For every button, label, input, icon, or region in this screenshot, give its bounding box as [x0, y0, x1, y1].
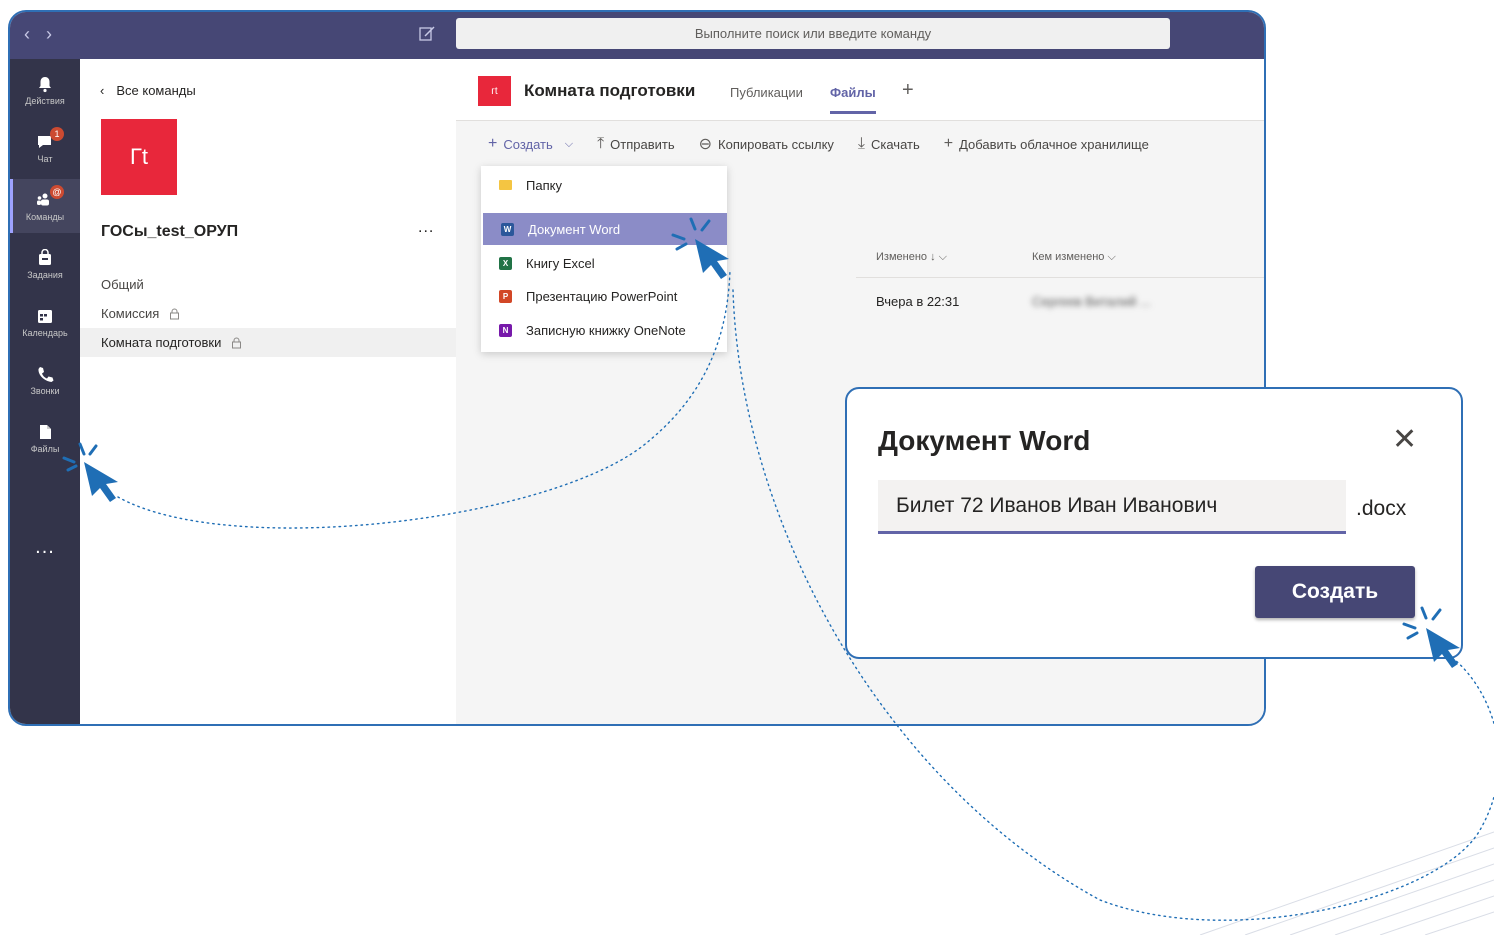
rail-item-teams[interactable]: Команды @ [10, 179, 80, 233]
copy-link-label: Копировать ссылку [718, 136, 834, 152]
rail-more-icon[interactable]: ... [10, 536, 80, 559]
create-menu: Папку W Документ Word X Книгу Excel P Пр… [481, 166, 727, 352]
title-bar: ‹ › Выполните поиск или введите команду [10, 12, 1264, 59]
tab-files[interactable]: Файлы [830, 85, 876, 114]
team-name: ГОСы_test_ОРУП [101, 223, 239, 240]
excel-icon: X [499, 256, 512, 270]
menu-label: Папку [526, 177, 562, 193]
link-icon: ⊖ [698, 136, 713, 153]
menu-label: Записную книжку OneNote [526, 322, 686, 338]
download-icon: ⤓ [857, 135, 865, 152]
channel-avatar: гt [478, 76, 511, 106]
menu-item-folder[interactable]: Папку [481, 169, 727, 201]
add-storage-button[interactable]: + Добавить облачное хранилище [944, 135, 1149, 153]
menu-label: Документ Word [528, 221, 621, 237]
rail-item-chat[interactable]: Чат 1 [10, 121, 80, 175]
row-divider [856, 277, 1264, 278]
upload-icon: ⤒ [597, 135, 605, 152]
copy-link-button[interactable]: ⊖ Копировать ссылку [699, 134, 834, 154]
chevron-down-icon: ⌵ [564, 137, 574, 150]
plus-icon: + [943, 135, 954, 152]
upload-button[interactable]: ⤒ Отправить [597, 135, 675, 153]
create-label: Создать [503, 136, 553, 152]
chat-badge: 1 [50, 127, 64, 141]
chevron-left-icon: ‹ [100, 83, 105, 98]
all-teams-label: Все команды [116, 83, 196, 98]
back-arrow-icon[interactable]: ‹ [24, 24, 30, 45]
cell-modified-by: Сергеев Виталий ... [1032, 294, 1151, 309]
canvas: ‹ › Выполните поиск или введите команду … [0, 0, 1494, 935]
rail-item-assignments[interactable]: Задания [10, 237, 80, 291]
file-extension: .docx [1356, 497, 1407, 520]
phone-icon [38, 366, 54, 382]
lock-icon [232, 337, 242, 348]
channel-label: Комиссия [101, 306, 160, 321]
close-icon[interactable]: ✕ [1392, 425, 1417, 455]
column-label: Кем изменено [1032, 251, 1105, 263]
onenote-icon: N [499, 323, 512, 337]
channel-commission[interactable]: Комиссия [80, 299, 456, 328]
channel-general[interactable]: Общий [80, 270, 456, 299]
search-placeholder: Выполните поиск или введите команду [694, 26, 932, 41]
word-icon: W [501, 222, 514, 236]
all-teams-link[interactable]: ‹ Все команды [100, 83, 196, 98]
menu-item-word[interactable]: W Документ Word [483, 213, 727, 245]
calendar-icon [38, 309, 52, 323]
download-button[interactable]: ⤓ Скачать [858, 135, 920, 153]
forward-arrow-icon[interactable]: › [46, 24, 52, 45]
rail-label: Действия [25, 95, 65, 106]
files-icon [40, 424, 51, 439]
compose-icon[interactable] [418, 25, 436, 43]
menu-item-onenote[interactable]: N Записную книжку OneNote [481, 314, 727, 346]
rail-label: Команды [25, 211, 65, 222]
rail-label: Файлы [30, 443, 60, 454]
channel-title: Комната подготовки [524, 81, 696, 100]
nav-arrows: ‹ › [24, 24, 52, 45]
add-tab-icon[interactable]: + [902, 79, 914, 102]
channel-prep-room[interactable]: Комната подготовки [80, 328, 456, 357]
plus-icon: + [488, 135, 498, 152]
upload-label: Отправить [610, 136, 675, 152]
new-document-dialog: Документ Word ✕ .docx Создать [845, 387, 1463, 659]
team-avatar: Гt [101, 119, 177, 195]
rail-label: Чат [37, 153, 53, 164]
menu-item-powerpoint[interactable]: P Презентацию PowerPoint [481, 280, 727, 312]
cell-modified: Вчера в 22:31 [876, 294, 960, 309]
rail-item-calls[interactable]: Звонки [10, 353, 80, 407]
powerpoint-icon: P [499, 289, 512, 303]
tab-posts[interactable]: Публикации [730, 85, 803, 100]
filename-input[interactable] [878, 480, 1346, 534]
menu-label: Книгу Excel [526, 255, 595, 271]
create-button[interactable]: + Создать ⌵ [488, 135, 573, 153]
column-header-modified[interactable]: Изменено ↓ ⌵ [876, 251, 947, 264]
create-document-button[interactable]: Создать [1255, 566, 1415, 618]
channel-header: гt Комната подготовки Публикации Файлы + [456, 59, 1264, 121]
menu-item-excel[interactable]: X Книгу Excel [481, 247, 727, 279]
files-toolbar: + Создать ⌵ ⤒ Отправить ⊖ Копировать ссы… [456, 122, 1264, 166]
assignments-icon [39, 248, 51, 265]
dialog-title: Документ Word [878, 425, 1091, 456]
rail-item-files[interactable]: Файлы [10, 411, 80, 465]
add-storage-label: Добавить облачное хранилище [959, 136, 1149, 152]
rail-item-activity[interactable]: Действия [10, 63, 80, 117]
column-label: Изменено ↓ [876, 251, 936, 263]
menu-label: Презентацию PowerPoint [526, 288, 678, 304]
teams-badge: @ [50, 185, 64, 199]
rail-label: Календарь [22, 327, 68, 338]
column-header-modified-by[interactable]: Кем изменено ⌵ [1032, 251, 1116, 264]
rail-item-calendar[interactable]: Календарь [10, 295, 80, 349]
channel-label: Общий [101, 277, 144, 292]
app-rail: Действия Чат 1 Команды @ Задания Календа… [10, 59, 80, 724]
more-options-icon[interactable]: ... [418, 219, 434, 237]
download-label: Скачать [871, 136, 920, 152]
lock-icon [170, 308, 180, 319]
bell-icon [39, 76, 51, 92]
rail-label: Звонки [30, 385, 60, 396]
folder-icon [499, 180, 512, 190]
search-input[interactable]: Выполните поиск или введите команду [456, 18, 1170, 49]
team-panel: ‹ Все команды Гt ГОСы_test_ОРУП ... Общи… [80, 59, 456, 724]
rail-label: Задания [27, 269, 63, 280]
channel-label: Комната подготовки [101, 335, 222, 350]
